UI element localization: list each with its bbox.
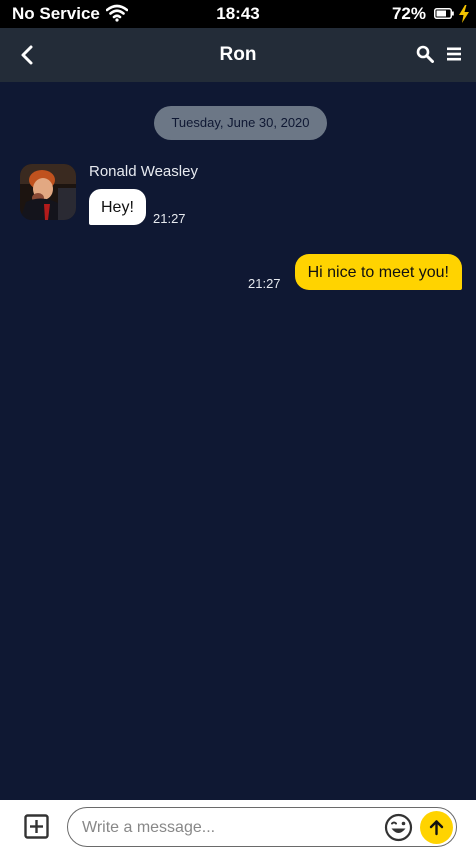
incoming-message-time: 21:27 [153, 211, 186, 226]
avatar-photo [20, 164, 76, 220]
sender-name: Ronald Weasley [89, 163, 198, 180]
incoming-message-bubble[interactable]: Hey! [89, 189, 146, 225]
send-button[interactable] [420, 811, 453, 844]
charging-bolt-icon [459, 5, 469, 23]
status-bar: No Service 18:43 72% [0, 0, 476, 28]
chat-title: Ron [219, 44, 257, 65]
battery-icon [434, 8, 454, 19]
menu-icon[interactable] [446, 46, 462, 62]
avatar[interactable] [20, 164, 76, 220]
add-icon[interactable] [24, 814, 49, 839]
message-input[interactable] [80, 814, 374, 842]
send-arrow-icon [429, 820, 444, 836]
chat-header: Ron [0, 28, 476, 82]
outgoing-message-bubble[interactable]: Hi nice to meet you! [294, 254, 462, 290]
outgoing-message-time: 21:27 [248, 276, 281, 291]
message-field[interactable] [67, 807, 457, 847]
emoji-icon[interactable] [384, 813, 413, 842]
battery-percent: 72% [391, 4, 426, 23]
search-icon[interactable] [416, 45, 434, 63]
message-composer [0, 800, 476, 852]
date-separator: Tuesday, June 30, 2020 [154, 106, 327, 140]
